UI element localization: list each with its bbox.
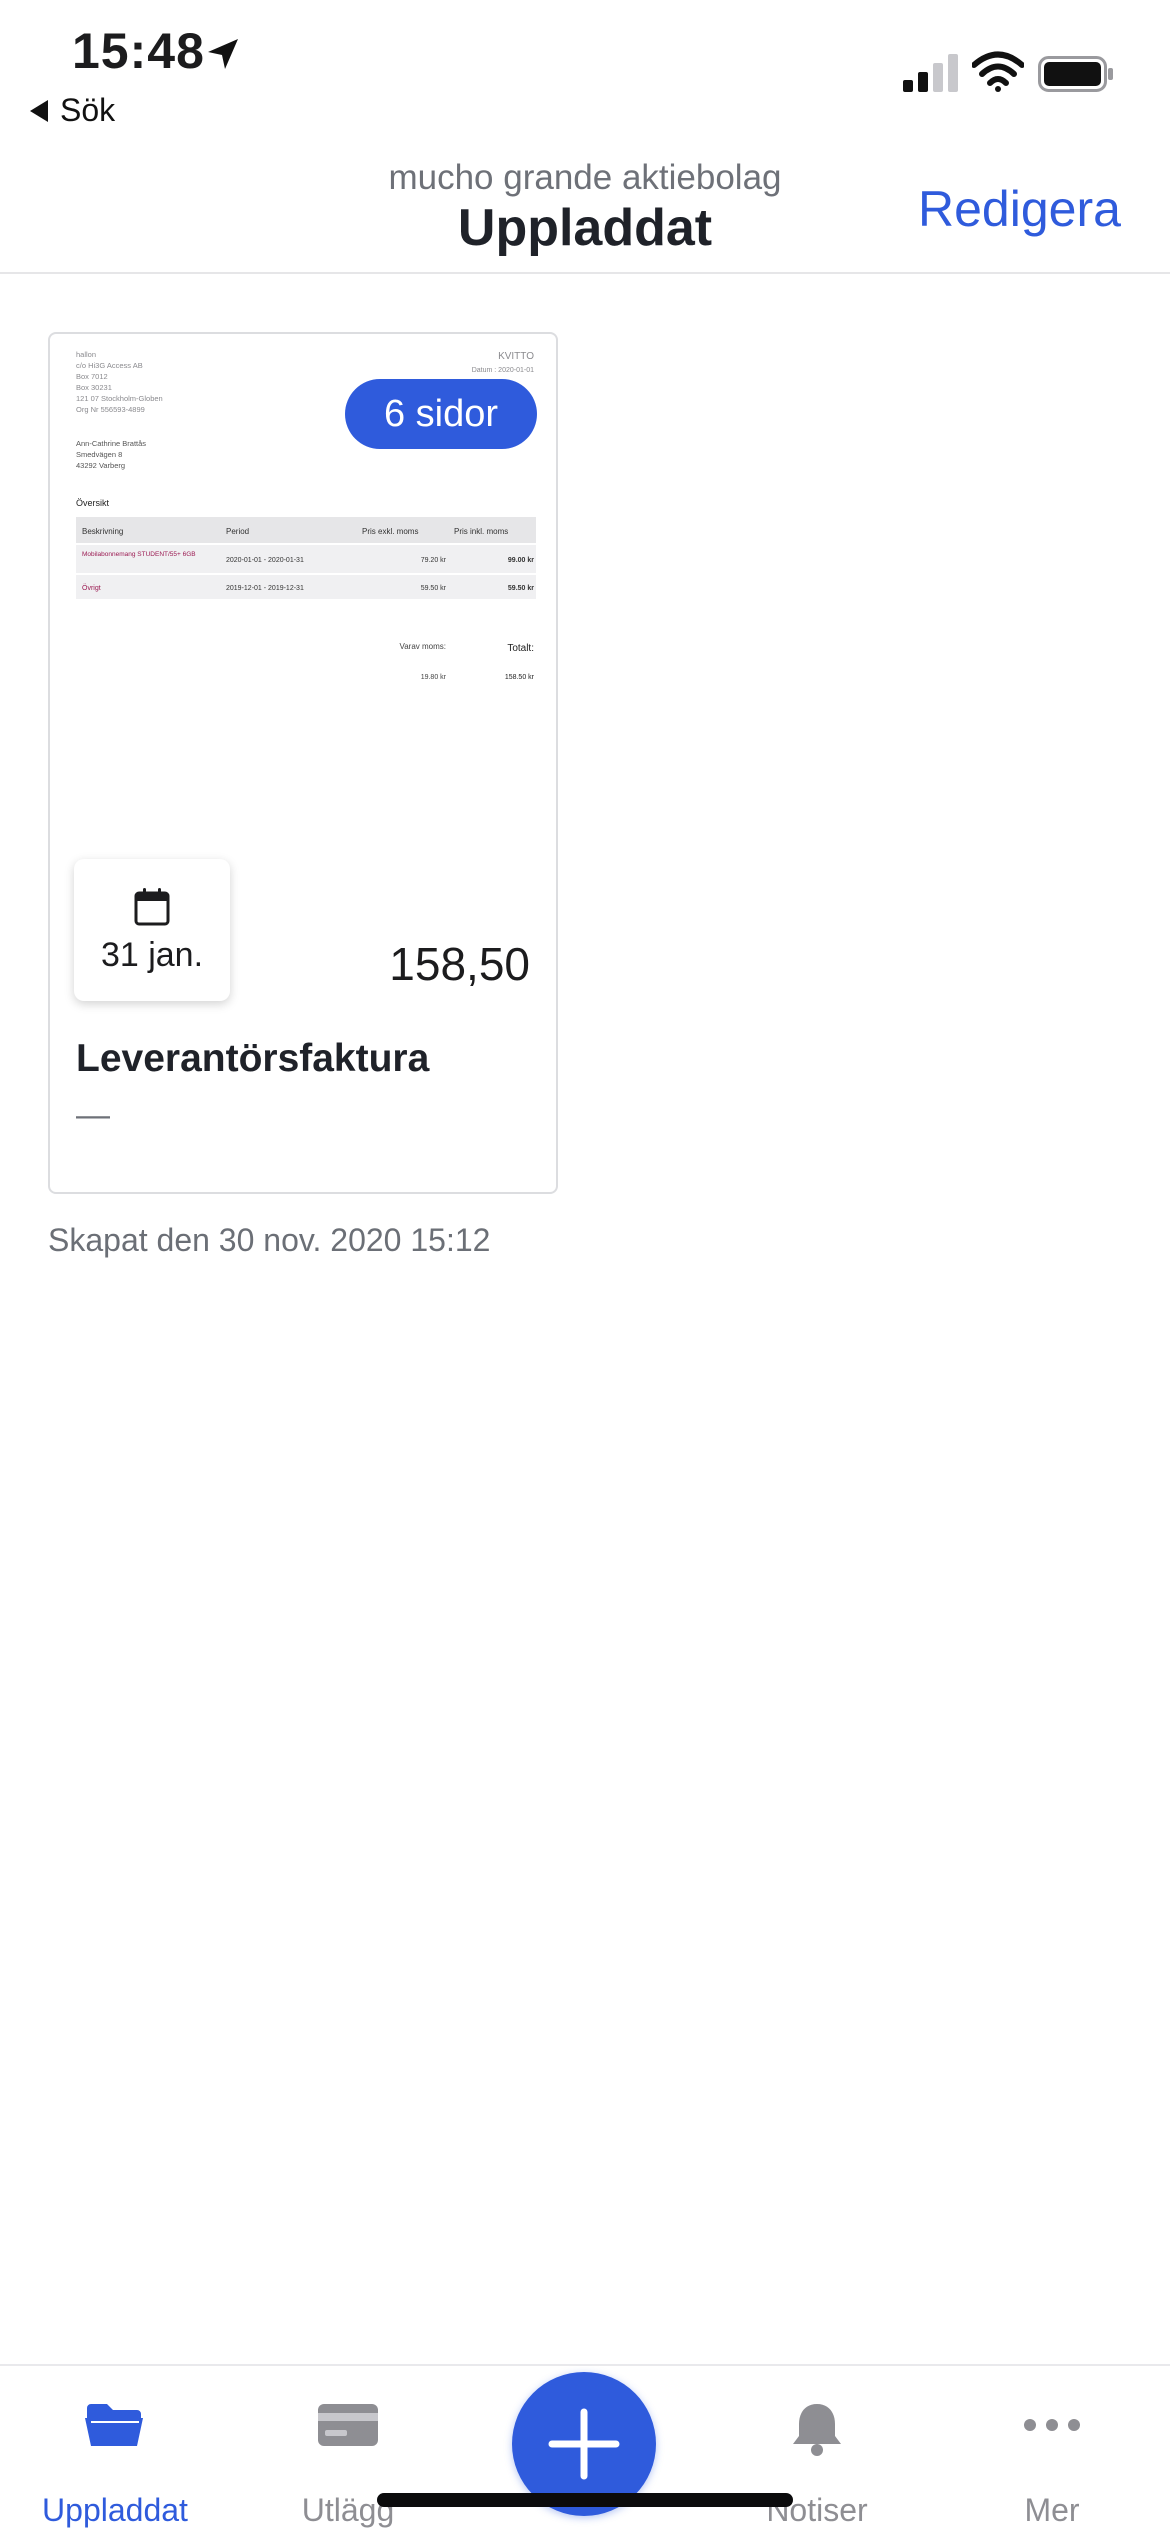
edit-button[interactable]: Redigera (918, 180, 1121, 238)
back-to-search-link[interactable]: Sök (30, 92, 115, 129)
preview-cell: 2019-12-01 - 2019-12-31 (226, 585, 304, 592)
preview-total-label: Totalt: (507, 643, 534, 654)
preview-cell: Mobilabonnemang STUDENT/55+ 6GB (82, 551, 196, 558)
cellular-signal-icon (903, 54, 958, 92)
wifi-icon (972, 51, 1024, 92)
preview-total-value: 158.50 kr (505, 674, 535, 681)
home-indicator (377, 2493, 793, 2507)
document-amount: 158,50 (389, 938, 530, 990)
bell-icon (793, 2404, 841, 2456)
preview-cell: 99.00 kr (508, 557, 534, 564)
preview-cell: 59.50 kr (421, 585, 447, 592)
card-icon (318, 2404, 378, 2446)
preview-sender-line: 121 07 Stockholm-Globen (76, 394, 163, 403)
tab-label: Uppladdat (42, 2492, 188, 2528)
header-divider (0, 272, 1170, 274)
preview-sender-line: hallon (76, 350, 96, 359)
preview-date-line: Datum : 2020-01-01 (472, 367, 534, 374)
preview-vat-value: 19.80 kr (421, 674, 447, 681)
document-description: — (76, 1096, 110, 1134)
preview-sender-line: Org Nr 556593-4899 (76, 405, 145, 414)
preview-header: Pris inkl. moms (454, 527, 508, 536)
date-chip: 31 jan. (74, 859, 230, 1001)
page-count-badge: 6 sidor (345, 379, 537, 449)
calendar-icon (134, 888, 170, 926)
preview-recipient-line: Ann-Cathrine Brattås (76, 439, 146, 448)
preview-overview-label: Översikt (76, 498, 110, 508)
preview-vat-label: Varav moms: (399, 642, 446, 651)
preview-recipient-line: 43292 Varberg (76, 461, 125, 470)
preview-cell: 79.20 kr (421, 557, 447, 564)
battery-icon (1038, 56, 1113, 92)
preview-recipient-line: Smedvägen 8 (76, 450, 122, 459)
tab-label: Mer (1024, 2492, 1080, 2528)
preview-sender-line: c/o Hi3G Access AB (76, 361, 143, 370)
preview-header: Beskrivning (82, 527, 123, 536)
folder-icon (85, 2404, 143, 2446)
preview-cell: Övrigt (82, 584, 101, 592)
created-timestamp: Skapat den 30 nov. 2020 15:12 (48, 1222, 491, 1258)
preview-sender-line: Box 30231 (76, 383, 112, 392)
document-card[interactable]: hallon c/o Hi3G Access AB Box 7012 Box 3… (48, 332, 558, 1194)
preview-cell: 2020-01-01 - 2020-01-31 (226, 557, 304, 564)
back-label: Sök (60, 92, 116, 128)
preview-doc-label: KVITTO (498, 351, 534, 362)
location-arrow-icon (208, 39, 238, 69)
preview-cell: 59.50 kr (508, 585, 534, 592)
more-icon (1024, 2419, 1080, 2431)
preview-header: Pris exkl. moms (362, 527, 418, 536)
preview-sender-line: Box 7012 (76, 372, 108, 381)
document-type: Leverantörsfaktura (76, 1037, 430, 1080)
document-date: 31 jan. (100, 936, 204, 974)
back-triangle-icon (30, 99, 48, 122)
status-time: 15:48 (72, 23, 205, 79)
tab-bar-divider (0, 2364, 1170, 2366)
preview-header: Period (226, 527, 249, 536)
